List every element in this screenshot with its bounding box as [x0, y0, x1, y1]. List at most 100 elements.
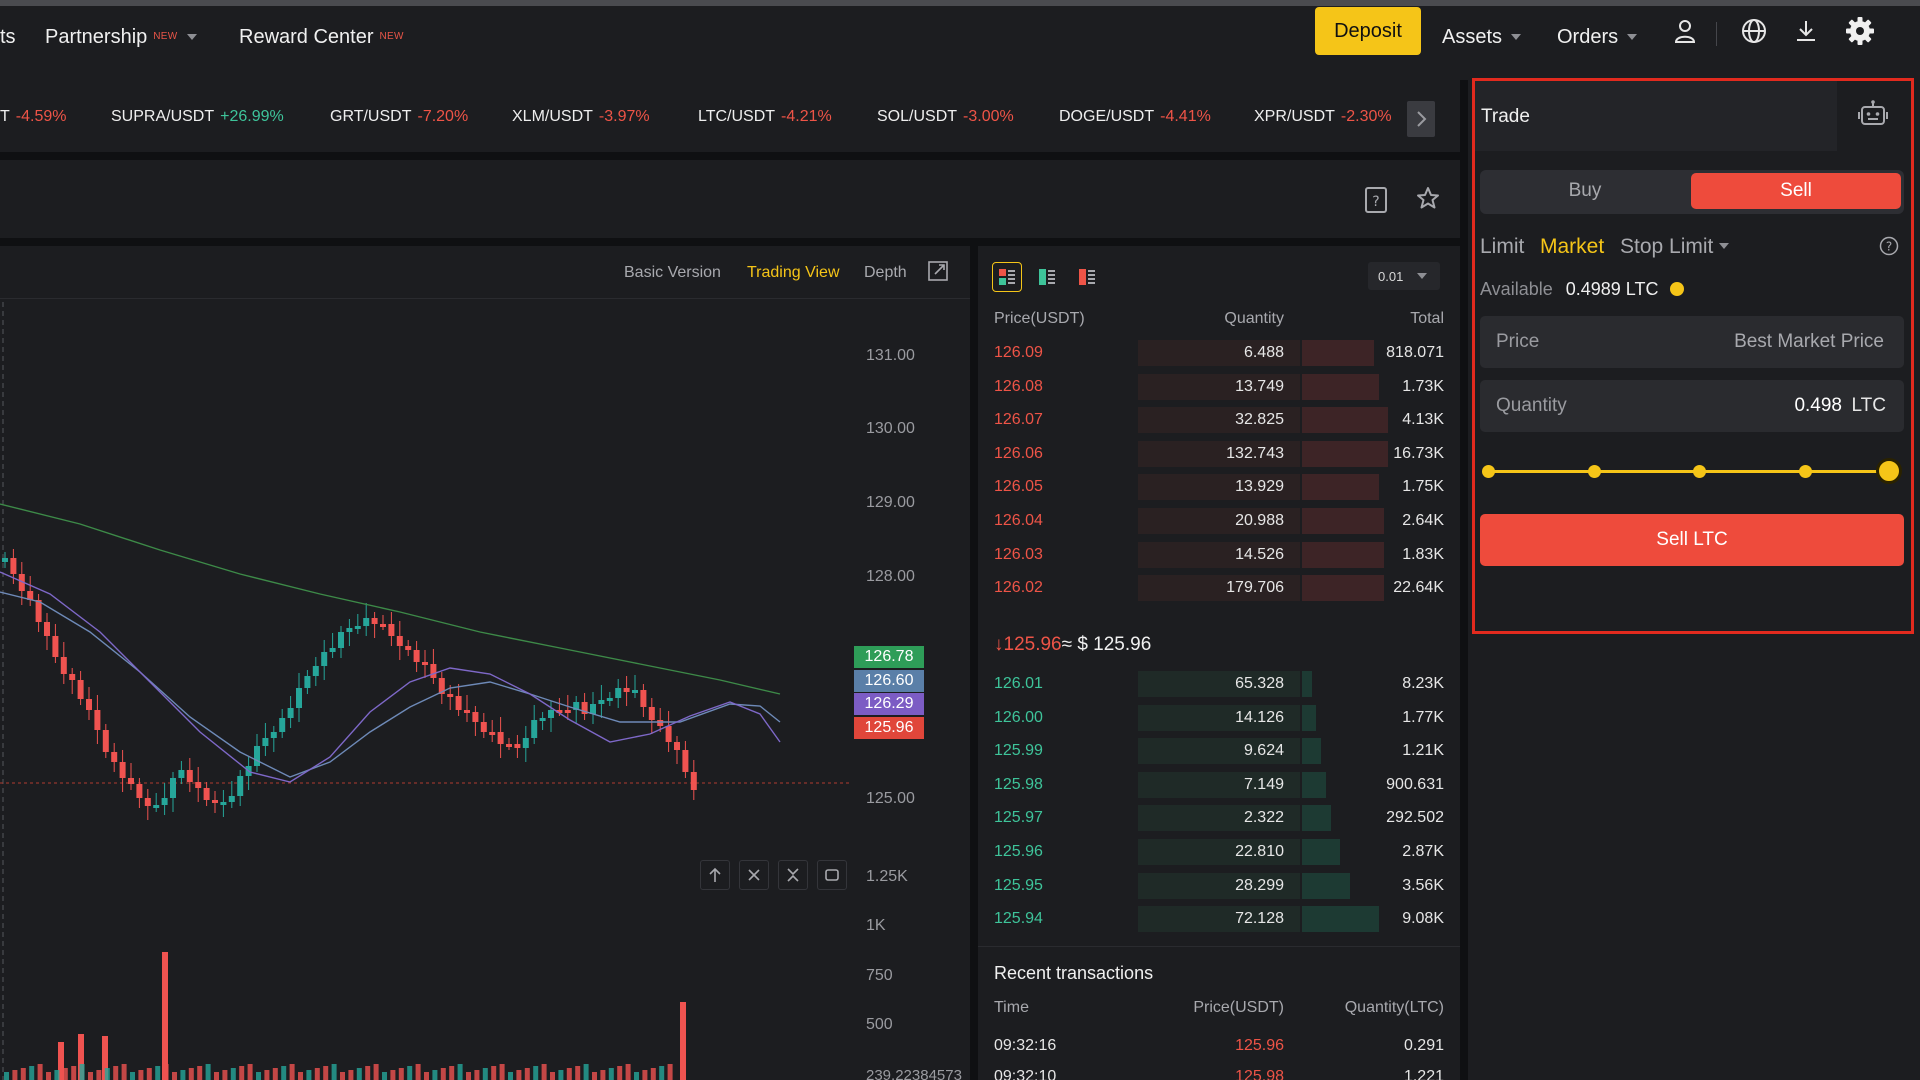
- user-icon[interactable]: [1668, 14, 1702, 48]
- ticker-item[interactable]: GRT/USDT -7.20%: [330, 108, 468, 126]
- trade-time: 09:32:10: [994, 1068, 1057, 1080]
- convert-icon[interactable]: [1669, 282, 1684, 296]
- ticker-item[interactable]: XLM/USDT -3.97%: [512, 108, 650, 126]
- gear-icon[interactable]: [1843, 14, 1877, 48]
- slider-step-50[interactable]: [1693, 465, 1706, 478]
- volume-axis-label: 1.25K: [866, 868, 908, 885]
- ma-price-tag: 126.60: [854, 670, 924, 692]
- close-icon[interactable]: [739, 860, 769, 890]
- trade-price: 125.98: [1235, 1068, 1284, 1080]
- collapse-icon[interactable]: [778, 860, 808, 890]
- ticker-next-button[interactable]: [1407, 101, 1435, 137]
- ticker-item[interactable]: SUPRA/USDT +26.99%: [111, 108, 284, 126]
- download-icon[interactable]: [1789, 14, 1823, 48]
- volume-bar: [12, 1070, 18, 1080]
- globe-icon[interactable]: [1737, 14, 1771, 48]
- reset-icon[interactable]: [817, 860, 847, 890]
- candle-body: [94, 710, 101, 730]
- quantity-field[interactable]: Quantity 0.498 LTC: [1480, 380, 1904, 432]
- ask-row[interactable]: 126.07 32.825 4.13K: [978, 405, 1460, 435]
- candle-body: [237, 776, 244, 796]
- buy-tab[interactable]: Buy: [1483, 173, 1687, 209]
- recent-transactions-title: Recent transactions: [994, 963, 1154, 983]
- candle-body: [623, 688, 630, 692]
- volume-bar: [54, 1070, 60, 1080]
- candle-body: [480, 722, 487, 732]
- price-down-arrow: ↓: [994, 634, 1004, 655]
- candle-body: [136, 784, 143, 798]
- book-price: 126.09: [994, 344, 1043, 361]
- volume-bar: [306, 1070, 312, 1080]
- book-qty: 32.825: [1235, 411, 1284, 429]
- cumulative-depth-bar: [1302, 340, 1374, 366]
- ask-row[interactable]: 126.05 13.929 1.75K: [978, 472, 1460, 502]
- bid-row[interactable]: 125.94 72.128 9.08K: [978, 904, 1460, 934]
- ticker-item[interactable]: SOL/USDT -3.00%: [877, 108, 1014, 126]
- volume-bar: [680, 1002, 686, 1080]
- volume-bar: [71, 1066, 77, 1080]
- book-layout-asks-icon[interactable]: [1072, 262, 1102, 292]
- ask-row[interactable]: 126.04 20.988 2.64K: [978, 506, 1460, 536]
- orderbook-panel: 0.01 Price(USDT) Quantity Total 126.09 6.…: [978, 246, 1460, 946]
- nav-assets[interactable]: Assets: [1442, 20, 1522, 54]
- nav-partnership[interactable]: Partnership NEW: [45, 20, 197, 54]
- arrow-up-icon[interactable]: [700, 860, 730, 890]
- bid-row[interactable]: 126.00 14.126 1.77K: [978, 703, 1460, 733]
- ticker-item[interactable]: LTC/USDT -4.21%: [698, 108, 832, 126]
- ticker-bar: T -4.59% SUPRA/USDT +26.99% GRT/USDT -7.20%…: [0, 80, 1460, 152]
- help-doc-icon[interactable]: ?: [1364, 186, 1392, 214]
- nav-reward-center[interactable]: Reward Center NEW: [239, 20, 404, 54]
- nav-item-truncated[interactable]: ts: [0, 20, 16, 54]
- book-total: 22.64K: [1393, 579, 1444, 597]
- candle-body: [632, 690, 638, 693]
- slider-step-0[interactable]: [1482, 465, 1495, 478]
- trading-bot-icon[interactable]: [1855, 96, 1891, 132]
- nav-orders[interactable]: Orders: [1557, 20, 1638, 54]
- book-layout-bids-icon[interactable]: [1032, 262, 1062, 292]
- volume-bar: [650, 1068, 656, 1080]
- bid-row[interactable]: 125.97 2.322 292.502: [978, 803, 1460, 833]
- ask-row[interactable]: 126.02 179.706 22.64K: [978, 573, 1460, 603]
- price-field[interactable]: Price Best Market Price: [1480, 316, 1904, 368]
- slider-step-75[interactable]: [1799, 465, 1812, 478]
- tab-depth[interactable]: Depth: [864, 264, 907, 284]
- ask-row[interactable]: 126.09 6.488 818.071: [978, 338, 1460, 368]
- expand-icon[interactable]: [928, 261, 950, 283]
- help-icon[interactable]: ?: [1879, 236, 1901, 258]
- cumulative-depth-bar: [1302, 671, 1312, 697]
- bid-row[interactable]: 126.01 65.328 8.23K: [978, 669, 1460, 699]
- ask-row[interactable]: 126.06 132.743 16.73K: [978, 439, 1460, 469]
- slider-step-25[interactable]: [1588, 465, 1601, 478]
- tab-trading-view[interactable]: Trading View: [747, 264, 840, 284]
- sell-tab[interactable]: Sell: [1691, 173, 1901, 209]
- ask-row[interactable]: 126.03 14.526 1.83K: [978, 540, 1460, 570]
- star-icon[interactable]: [1416, 186, 1444, 214]
- deposit-button[interactable]: Deposit: [1315, 7, 1421, 55]
- ask-row[interactable]: 126.08 13.749 1.73K: [978, 372, 1460, 402]
- bid-row[interactable]: 125.95 28.299 3.56K: [978, 871, 1460, 901]
- book-price: 126.07: [994, 411, 1043, 429]
- volume-bar: [37, 1064, 43, 1080]
- book-layout-both-icon[interactable]: [992, 262, 1022, 292]
- tab-basic-version[interactable]: Basic Version: [624, 264, 721, 284]
- order-type-stop-limit[interactable]: Stop Limit: [1620, 235, 1730, 259]
- candle-body: [674, 742, 680, 750]
- ticker-item[interactable]: T -4.59%: [0, 108, 66, 126]
- book-price: 126.01: [994, 675, 1043, 692]
- mid-price[interactable]: ↓125.96≈ $ 125.96: [994, 634, 1151, 656]
- bid-row[interactable]: 125.96 22.810 2.87K: [978, 837, 1460, 867]
- candlestick-chart[interactable]: [0, 302, 850, 1080]
- candle-body: [548, 710, 554, 718]
- bid-row[interactable]: 125.99 9.624 1.21K: [978, 736, 1460, 766]
- quantity-slider-track[interactable]: [1488, 470, 1888, 473]
- order-type-limit[interactable]: Limit: [1480, 235, 1524, 259]
- precision-select[interactable]: 0.01: [1368, 262, 1440, 290]
- order-type-market[interactable]: Market: [1540, 235, 1604, 259]
- sell-ltc-button[interactable]: Sell LTC: [1480, 514, 1904, 566]
- quantity-slider-handle[interactable]: [1876, 458, 1902, 484]
- candle-body: [296, 688, 302, 708]
- last-price-usd: ≈ $ 125.96: [1061, 634, 1152, 655]
- bid-row[interactable]: 125.98 7.149 900.631: [978, 770, 1460, 800]
- ticker-item[interactable]: DOGE/USDT -4.41%: [1059, 108, 1211, 126]
- ticker-item[interactable]: XPR/USDT -2.30%: [1254, 108, 1392, 126]
